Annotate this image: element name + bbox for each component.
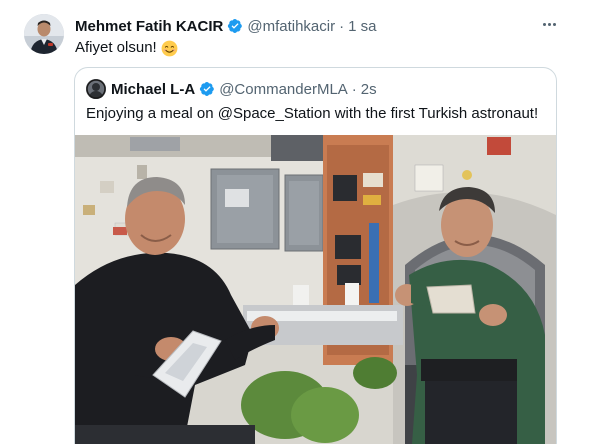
- avatar-photo: [24, 14, 64, 54]
- quoted-time[interactable]: 2s: [361, 81, 377, 98]
- quoted-avatar[interactable]: [86, 79, 106, 99]
- quoted-header: Michael L-A @CommanderMLA · 2s: [86, 79, 377, 99]
- separator-dot: ·: [351, 80, 357, 98]
- quoted-tweet[interactable]: Michael L-A @CommanderMLA · 2s Enjoying …: [74, 67, 557, 444]
- tweet-time[interactable]: 1 sa: [348, 18, 376, 35]
- tweet-header: Mehmet Fatih KACIR @mfatihkacir · 1 sa: [75, 16, 376, 36]
- author-handle[interactable]: @mfatihkacir: [247, 18, 335, 35]
- separator-dot: ·: [339, 17, 345, 35]
- author-name[interactable]: Mehmet Fatih KACIR: [75, 18, 223, 35]
- more-dot: [547, 22, 551, 26]
- more-dots-icon: [542, 22, 546, 26]
- quoted-author-handle[interactable]: @CommanderMLA: [219, 81, 348, 98]
- tweet-text: Afiyet olsun!: [75, 38, 178, 58]
- smiling-face-icon: [161, 40, 178, 56]
- tweet-text-content: Afiyet olsun!: [75, 39, 157, 56]
- verified-badge-icon: [228, 19, 243, 33]
- quoted-media[interactable]: [75, 135, 556, 444]
- quoted-author-name[interactable]: Michael L-A: [111, 81, 195, 98]
- quoted-avatar-photo: [86, 79, 106, 99]
- quoted-text: Enjoying a meal on @Space_Station with t…: [86, 105, 539, 122]
- space-station-photo: [75, 135, 556, 444]
- verified-badge-icon: [200, 82, 215, 96]
- tweet[interactable]: Mehmet Fatih KACIR @mfatihkacir · 1 sa A…: [0, 0, 600, 444]
- more-dot: [552, 22, 556, 26]
- avatar[interactable]: [24, 14, 64, 54]
- more-options-button[interactable]: [538, 16, 560, 32]
